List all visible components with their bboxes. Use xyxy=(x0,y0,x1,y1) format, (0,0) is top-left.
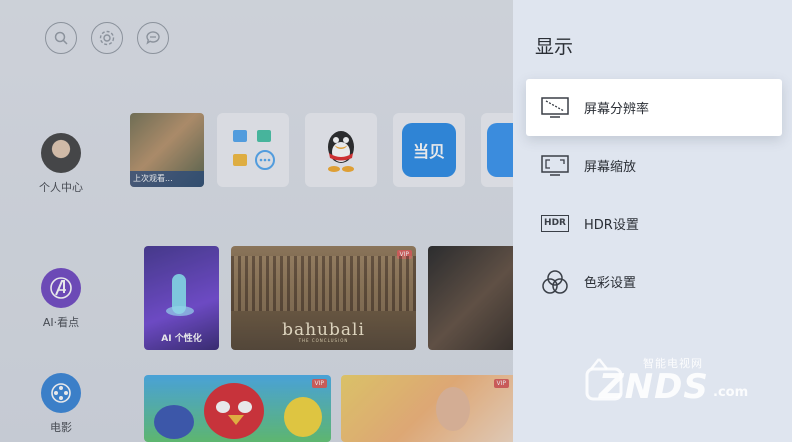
panel-title: 显示 xyxy=(535,36,574,58)
sidebar-item-ai[interactable]: AI·看点 xyxy=(30,268,92,330)
menu-item-color[interactable]: 色彩设置 xyxy=(526,253,782,310)
bahubali-movie-tile[interactable]: VIP bahubali THE CONCLUSION xyxy=(231,246,416,350)
dangbei-icon: 当贝 xyxy=(402,123,456,177)
browser-app-tile[interactable] xyxy=(481,113,513,187)
hdr-badge: HDR xyxy=(541,215,569,232)
menu-item-label: HDR设置 xyxy=(584,218,639,233)
gear-icon[interactable] xyxy=(91,22,123,54)
resolution-icon xyxy=(540,95,570,121)
hdr-icon: HDR xyxy=(540,211,570,237)
ai-tile-label: AI 个性化 xyxy=(161,334,202,344)
recent-watch-tile[interactable]: 上次观看... xyxy=(130,113,204,187)
recent-watch-label: 上次观看... xyxy=(130,171,204,187)
menu-item-label: 色彩设置 xyxy=(584,276,637,291)
menu-item-resolution[interactable]: 屏幕分辨率 xyxy=(526,79,782,136)
menu-item-label: 屏幕缩放 xyxy=(584,160,637,175)
dangbei-app-tile[interactable]: 当贝 xyxy=(393,113,465,187)
menu-item-hdr[interactable]: HDR HDR设置 xyxy=(526,195,782,252)
sidebar-item-label: 电影 xyxy=(50,421,72,434)
watermark-suffix-text: .com xyxy=(713,385,749,400)
sidebar-item-movie[interactable]: 电影 xyxy=(30,373,92,435)
film-reel-icon xyxy=(41,373,81,413)
browser-icon xyxy=(487,123,513,177)
movie-tile-3[interactable] xyxy=(428,246,513,350)
screen-scale-icon xyxy=(540,153,570,179)
vip-badge: VIP xyxy=(493,379,509,388)
dangbei-label: 当贝 xyxy=(412,142,445,161)
sidebar-item-profile[interactable]: 个人中心 xyxy=(30,133,92,195)
search-icon[interactable] xyxy=(45,22,77,54)
movie-title: bahubali xyxy=(282,320,365,340)
ai-personalized-tile[interactable]: AI 个性化 xyxy=(144,246,219,350)
sidebar-item-label: AI·看点 xyxy=(42,316,80,329)
znds-watermark: 智能电视网 ZNDS .com xyxy=(585,355,760,415)
app-grid-icon xyxy=(233,130,275,170)
avengers-icon xyxy=(41,268,81,308)
movie-tile-5[interactable]: VIP xyxy=(341,375,513,442)
menu-item-label: 屏幕分辨率 xyxy=(584,102,650,117)
message-icon[interactable] xyxy=(137,22,169,54)
vip-badge: VIP xyxy=(311,379,327,388)
qq-icon xyxy=(328,131,354,172)
avatar xyxy=(41,133,81,173)
color-circles-icon xyxy=(540,269,570,295)
menu-item-screen-scale[interactable]: 屏幕缩放 xyxy=(526,137,782,194)
qq-app-tile[interactable] xyxy=(305,113,377,187)
app-grid-tile[interactable] xyxy=(217,113,289,187)
watermark-main-text: ZNDS xyxy=(599,367,709,407)
movie-subtitle: THE CONCLUSION xyxy=(298,338,349,343)
angry-birds-tile[interactable]: VIP xyxy=(144,375,331,442)
sidebar-item-label: 个人中心 xyxy=(39,181,83,194)
